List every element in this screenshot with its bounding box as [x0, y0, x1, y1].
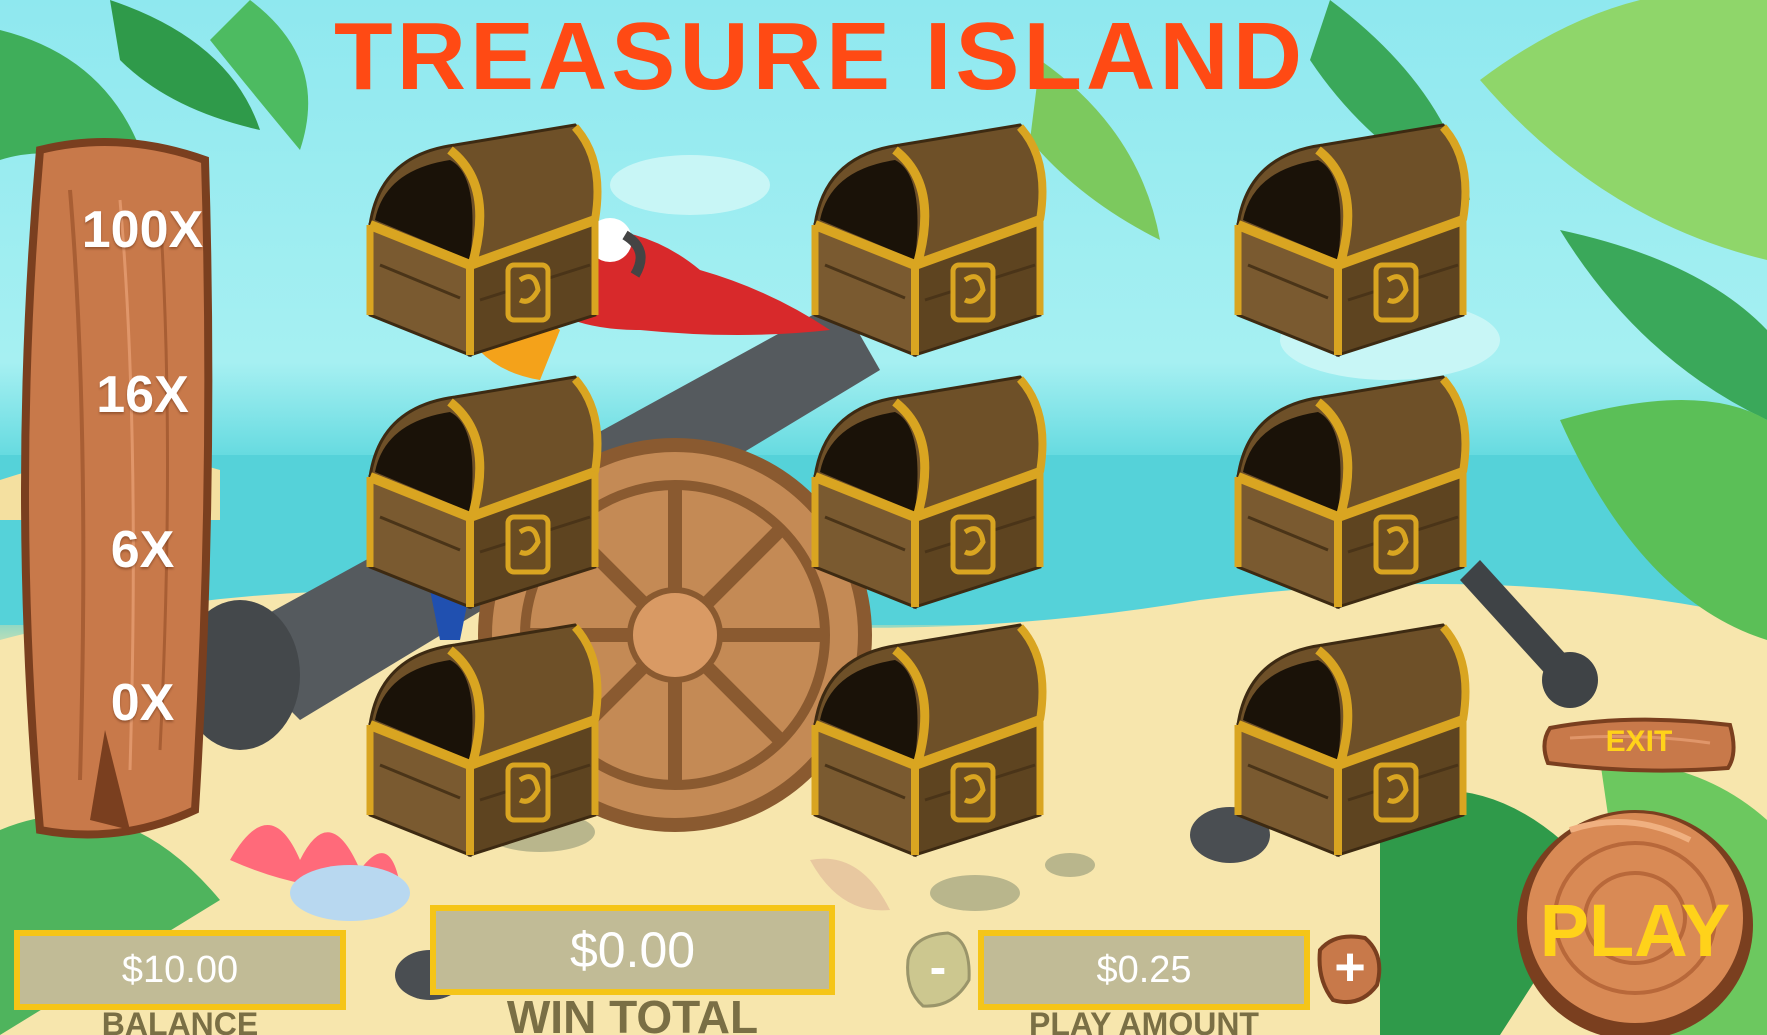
treasure-chest-4[interactable] — [360, 367, 605, 612]
play-amount-label: PLAY AMOUNT — [1029, 1006, 1259, 1035]
play-label: PLAY — [1539, 889, 1731, 972]
treasure-chest-1[interactable] — [360, 115, 605, 360]
treasure-chest-9[interactable] — [1228, 615, 1473, 860]
play-amount-value: $0.25 — [1096, 949, 1192, 991]
minus-icon: - — [929, 939, 947, 995]
chest-icon — [1228, 367, 1473, 612]
treasure-chest-3[interactable] — [1228, 115, 1473, 360]
balance-label: BALANCE — [101, 1006, 259, 1035]
chest-icon — [360, 115, 605, 360]
treasure-chest-8[interactable] — [805, 615, 1050, 860]
win-total-display: $0.00 — [430, 905, 835, 995]
win-total-value: $0.00 — [569, 922, 696, 978]
win-total-label: WIN TOTAL — [506, 991, 759, 1035]
treasure-chest-2[interactable] — [805, 115, 1050, 360]
game-scene: TREASURE ISLAND 100X 16X 6X 0X EXIT PLAY… — [0, 0, 1767, 1035]
treasure-chest-5[interactable] — [805, 367, 1050, 612]
multiplier-0x: 0X — [110, 674, 175, 732]
multiplier-board: 100X 16X 6X 0X — [10, 130, 215, 845]
treasure-chest-6[interactable] — [1228, 367, 1473, 612]
exit-label: EXIT — [1605, 725, 1673, 758]
play-button[interactable]: PLAY — [1510, 800, 1760, 1035]
chest-icon — [360, 367, 605, 612]
decrease-bet-button[interactable]: - — [903, 930, 973, 1010]
multiplier-16x: 16X — [96, 366, 189, 424]
chest-icon — [1228, 115, 1473, 360]
treasure-chest-7[interactable] — [360, 615, 605, 860]
plus-icon: + — [1334, 937, 1366, 997]
chest-icon — [1228, 615, 1473, 860]
exit-button[interactable]: EXIT — [1540, 713, 1738, 773]
game-title: TREASURE ISLAND — [333, 3, 1307, 110]
balance-display: $10.00 — [14, 930, 346, 1010]
chest-icon — [805, 615, 1050, 860]
chest-icon — [805, 367, 1050, 612]
balance-value: $10.00 — [121, 949, 239, 991]
chest-icon — [360, 615, 605, 860]
play-amount-display: $0.25 — [978, 930, 1310, 1010]
multiplier-100x: 100X — [81, 201, 204, 259]
multiplier-6x: 6X — [110, 521, 175, 579]
increase-bet-button[interactable]: + — [1315, 930, 1385, 1010]
chest-icon — [805, 115, 1050, 360]
